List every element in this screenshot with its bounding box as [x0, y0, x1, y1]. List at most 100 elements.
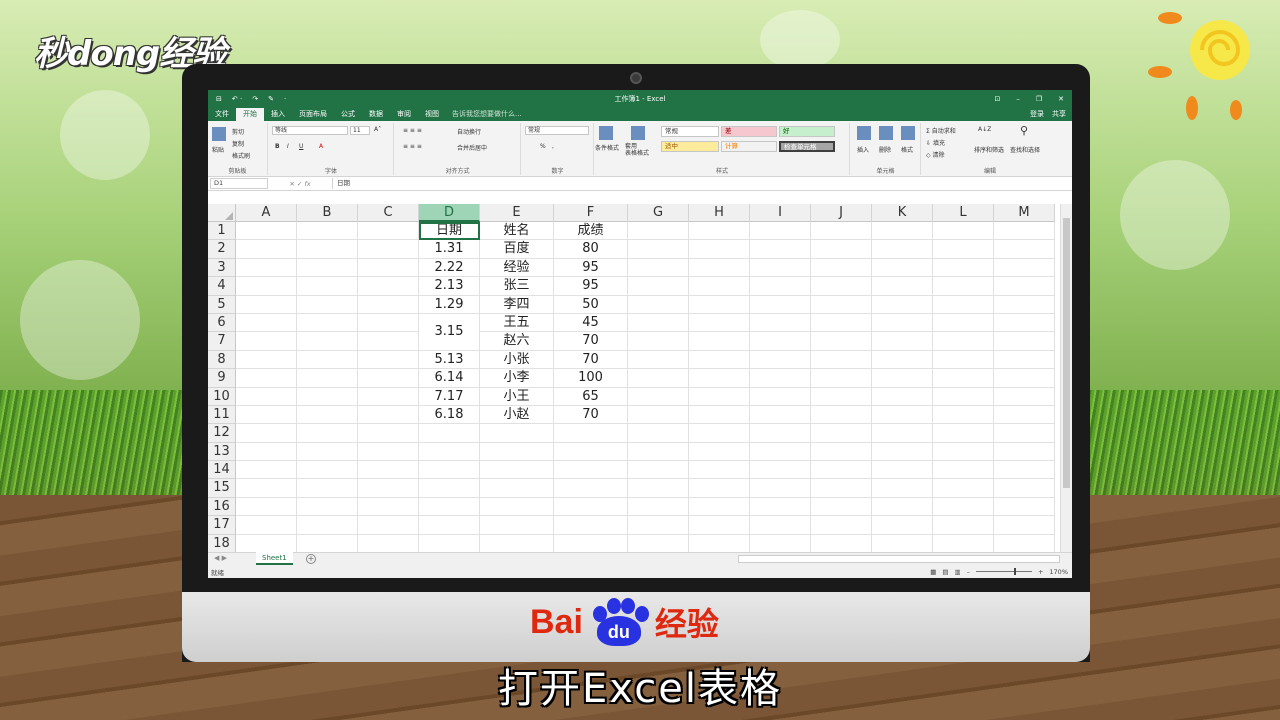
- cell[interactable]: 80: [554, 240, 628, 259]
- cell[interactable]: [933, 313, 994, 333]
- cell[interactable]: [750, 497, 811, 517]
- cell[interactable]: 7.17: [419, 387, 480, 406]
- cell[interactable]: 100: [554, 369, 628, 388]
- cell[interactable]: [933, 369, 994, 388]
- conditional-format-icon[interactable]: [599, 126, 614, 140]
- cell[interactable]: [236, 387, 297, 406]
- align-center-icon[interactable]: ≡ ≡ ≡: [403, 143, 422, 150]
- add-sheet-button[interactable]: +: [306, 554, 316, 564]
- row-header[interactable]: 18: [208, 534, 236, 553]
- cell[interactable]: [872, 240, 933, 259]
- cell[interactable]: [236, 461, 297, 480]
- cell[interactable]: [419, 424, 480, 443]
- cell[interactable]: [236, 479, 297, 498]
- vertical-scrollbar[interactable]: [1060, 204, 1072, 553]
- row-header[interactable]: 13: [208, 442, 236, 462]
- cell[interactable]: 1.31: [419, 240, 480, 259]
- cell[interactable]: [236, 405, 297, 425]
- cell[interactable]: [933, 240, 994, 259]
- scroll-thumb[interactable]: [1063, 218, 1070, 488]
- cell[interactable]: [811, 387, 872, 406]
- cell[interactable]: [480, 497, 554, 517]
- cell[interactable]: [236, 534, 297, 553]
- tab-view[interactable]: 视图: [418, 108, 446, 121]
- tab-home[interactable]: 开始: [236, 108, 264, 121]
- cell[interactable]: 小赵: [480, 405, 554, 425]
- cell[interactable]: [689, 277, 750, 296]
- cell[interactable]: [297, 258, 358, 278]
- row-header[interactable]: 14: [208, 461, 236, 480]
- cell[interactable]: [297, 222, 358, 241]
- fill-button[interactable]: ⇩ 填充: [926, 138, 945, 147]
- cell[interactable]: [628, 222, 689, 241]
- sort-filter-icon[interactable]: A↓Z: [978, 126, 991, 133]
- cell[interactable]: 小李: [480, 369, 554, 388]
- cell[interactable]: 2.22: [419, 258, 480, 278]
- cell[interactable]: [933, 277, 994, 296]
- cell[interactable]: [628, 442, 689, 462]
- cell[interactable]: [628, 369, 689, 388]
- cell[interactable]: [358, 497, 419, 517]
- font-size-select[interactable]: 11: [350, 126, 370, 135]
- cell[interactable]: [297, 240, 358, 259]
- column-header-l[interactable]: L: [933, 204, 994, 222]
- cell[interactable]: 6.18: [419, 405, 480, 425]
- cell[interactable]: 70: [554, 405, 628, 425]
- cell[interactable]: [297, 350, 358, 370]
- style-neutral[interactable]: 适中: [661, 141, 719, 152]
- cell[interactable]: 小王: [480, 387, 554, 406]
- cell[interactable]: [419, 479, 480, 498]
- fx-icon[interactable]: ✕ ✓ fx: [268, 180, 332, 188]
- row-header[interactable]: 15: [208, 479, 236, 498]
- cell[interactable]: [358, 442, 419, 462]
- cell[interactable]: [236, 240, 297, 259]
- cell[interactable]: [689, 313, 750, 333]
- cell[interactable]: [872, 387, 933, 406]
- formula-input[interactable]: 日期: [332, 178, 1072, 189]
- cell[interactable]: [750, 461, 811, 480]
- merged-cell[interactable]: 3.15: [419, 314, 480, 351]
- cell[interactable]: [994, 350, 1055, 370]
- cell[interactable]: [358, 479, 419, 498]
- delete-button[interactable]: 删除: [879, 145, 891, 154]
- style-good[interactable]: 好: [779, 126, 835, 137]
- cell[interactable]: [628, 405, 689, 425]
- column-header-b[interactable]: B: [297, 204, 358, 222]
- cell[interactable]: [933, 479, 994, 498]
- column-header-g[interactable]: G: [628, 204, 689, 222]
- cell[interactable]: [811, 295, 872, 314]
- cell[interactable]: [750, 424, 811, 443]
- table-format-button[interactable]: 套用 表格格式: [625, 143, 649, 157]
- cell[interactable]: [628, 258, 689, 278]
- cell[interactable]: [994, 424, 1055, 443]
- cell[interactable]: [358, 295, 419, 314]
- cell[interactable]: [358, 369, 419, 388]
- worksheet-grid[interactable]: ABCDEFGHIJKLM 1 日期 姓名 成绩 2 1.31 百度 80 3 2.22 经验 95 4…: [208, 204, 1060, 553]
- cell[interactable]: [994, 534, 1055, 553]
- cell[interactable]: [236, 258, 297, 278]
- tell-me-search[interactable]: 告诉我您想要做什么...: [452, 108, 522, 121]
- cell[interactable]: [750, 534, 811, 553]
- row-header[interactable]: 17: [208, 516, 236, 535]
- cell[interactable]: [994, 497, 1055, 517]
- cell[interactable]: [297, 461, 358, 480]
- share-button[interactable]: 共享: [1052, 108, 1066, 121]
- cell[interactable]: [933, 424, 994, 443]
- cell[interactable]: [750, 405, 811, 425]
- font-color-icon[interactable]: A: [319, 143, 323, 150]
- cell[interactable]: [994, 240, 1055, 259]
- cell[interactable]: [933, 258, 994, 278]
- cell[interactable]: [554, 516, 628, 535]
- cell[interactable]: [750, 479, 811, 498]
- cell[interactable]: [628, 461, 689, 480]
- autosum-button[interactable]: Σ 自动求和: [926, 126, 956, 135]
- style-bad[interactable]: 差: [721, 126, 777, 137]
- cell[interactable]: [480, 442, 554, 462]
- cell[interactable]: 70: [554, 350, 628, 370]
- cell[interactable]: [554, 442, 628, 462]
- cell[interactable]: [554, 461, 628, 480]
- row-header[interactable]: 7: [208, 332, 236, 351]
- cell[interactable]: [358, 405, 419, 425]
- cell[interactable]: [628, 424, 689, 443]
- column-header-i[interactable]: I: [750, 204, 811, 222]
